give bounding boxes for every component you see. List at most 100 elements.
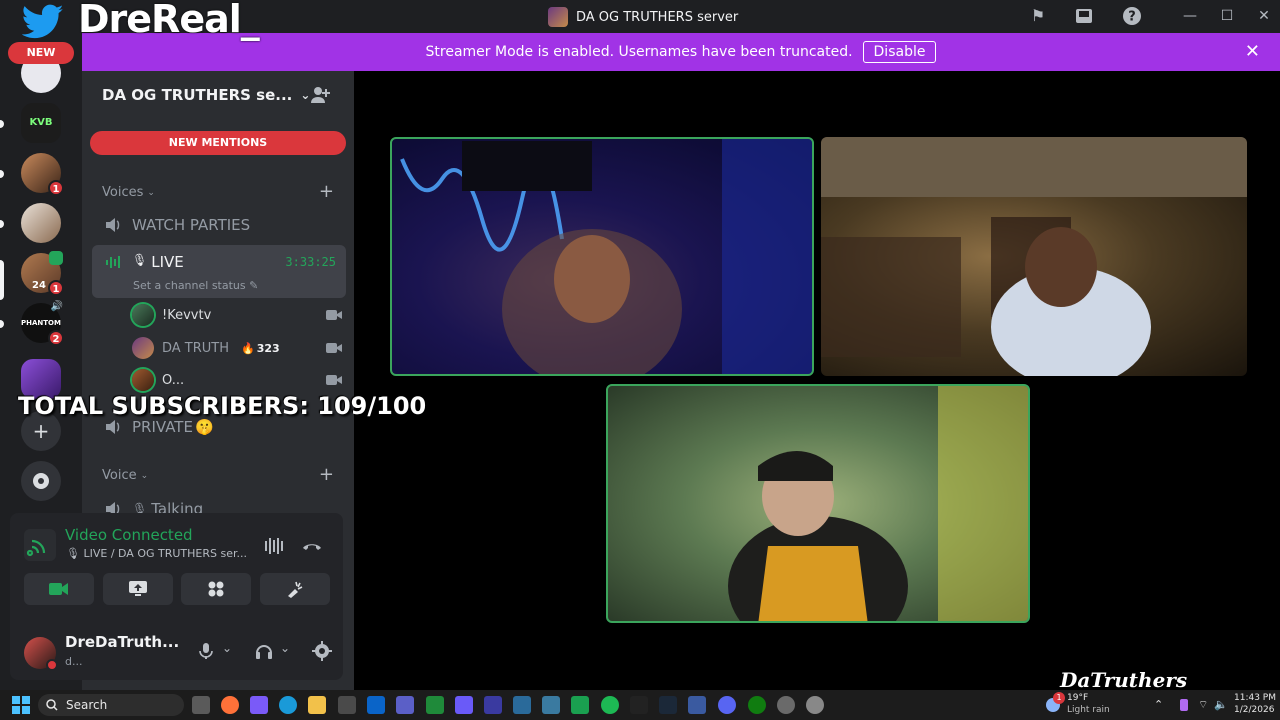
signal-icon[interactable] bbox=[24, 529, 56, 561]
task-view-icon[interactable] bbox=[192, 696, 210, 714]
microphone-icon: 🎙 bbox=[66, 547, 80, 560]
server-icon[interactable]: 24 1 bbox=[21, 251, 64, 296]
spotify-icon[interactable] bbox=[601, 696, 619, 714]
weather-temp[interactable]: 19°F bbox=[1067, 693, 1088, 703]
category-voices[interactable]: Voices ⌄ bbox=[102, 185, 155, 200]
activities-button[interactable] bbox=[181, 573, 251, 605]
search-icon bbox=[46, 699, 58, 711]
channel-label: PRIVATE bbox=[132, 418, 193, 436]
add-channel-button[interactable]: + bbox=[319, 181, 334, 202]
mention-badge: 2 bbox=[48, 330, 64, 346]
app-icon[interactable] bbox=[484, 696, 502, 714]
user-name[interactable]: DreDaTruth... bbox=[65, 633, 179, 651]
wifi-icon[interactable]: ⌔ bbox=[1198, 698, 1208, 712]
flag-icon[interactable]: ⚑ bbox=[1028, 6, 1048, 26]
screen-share-button[interactable] bbox=[103, 573, 173, 605]
speaker-icon bbox=[106, 218, 120, 232]
channel-status-text: Set a channel status bbox=[133, 279, 246, 292]
taskbar-search[interactable]: Search bbox=[38, 694, 184, 716]
chevron-down-icon[interactable]: ⌄ bbox=[280, 641, 300, 661]
voice-user[interactable]: !Kevvtv bbox=[132, 301, 342, 329]
microphone-icon[interactable] bbox=[196, 641, 216, 661]
svg-text:?: ? bbox=[1128, 10, 1136, 25]
disconnect-icon[interactable] bbox=[301, 535, 323, 557]
category-voice[interactable]: Voice ⌄ bbox=[102, 468, 148, 483]
weather-desc[interactable]: Light rain bbox=[1067, 705, 1110, 715]
speaker-icon bbox=[106, 420, 120, 434]
activity-icon bbox=[49, 251, 63, 265]
maximize-button[interactable]: ☐ bbox=[1217, 6, 1237, 26]
disable-button[interactable]: Disable bbox=[862, 41, 937, 63]
minimize-button[interactable]: — bbox=[1180, 6, 1200, 26]
firefox-icon[interactable] bbox=[221, 696, 239, 714]
fire-icon: 🔥 bbox=[241, 341, 255, 355]
settings-icon[interactable] bbox=[777, 696, 795, 714]
epic-games-icon[interactable] bbox=[630, 696, 648, 714]
app-icon[interactable] bbox=[571, 696, 589, 714]
inbox-icon[interactable] bbox=[1074, 6, 1094, 26]
camera-button[interactable] bbox=[24, 573, 94, 605]
compass-icon bbox=[33, 473, 49, 489]
channel-watch-parties[interactable]: WATCH PARTIES bbox=[92, 213, 346, 237]
app-icon[interactable] bbox=[426, 696, 444, 714]
voice-user[interactable]: DA TRUTH 🔥 323 bbox=[132, 334, 342, 362]
voice-status[interactable]: Video Connected bbox=[65, 526, 193, 544]
speaker-icon: 🔊 bbox=[50, 301, 63, 312]
unread-pip bbox=[0, 120, 4, 128]
teams-icon[interactable] bbox=[396, 696, 414, 714]
gear-icon[interactable] bbox=[312, 641, 332, 661]
store-icon[interactable] bbox=[338, 696, 356, 714]
outlook-icon[interactable] bbox=[367, 696, 385, 714]
video-camera-icon bbox=[326, 343, 342, 353]
chevron-down-icon[interactable]: ⌄ bbox=[222, 641, 242, 661]
chevron-down-icon: ⌄ bbox=[140, 470, 149, 481]
discover-button[interactable] bbox=[21, 461, 61, 501]
invite-icon[interactable] bbox=[310, 85, 330, 105]
edge-icon[interactable] bbox=[279, 696, 297, 714]
voice-activity-icon bbox=[106, 256, 120, 268]
voice-channel-path[interactable]: 🎙 LIVE / DA OG TRUTHERS ser... bbox=[66, 547, 247, 560]
app-tray-icon[interactable] bbox=[1180, 699, 1188, 711]
video-stage bbox=[354, 71, 1280, 690]
video-camera-icon bbox=[326, 310, 342, 320]
server-icon[interactable] bbox=[21, 203, 61, 243]
video-tile[interactable] bbox=[821, 137, 1247, 376]
new-mentions-button[interactable]: NEW MENTIONS bbox=[90, 131, 346, 155]
close-icon[interactable]: ✕ bbox=[1245, 41, 1260, 62]
discord-icon[interactable] bbox=[718, 696, 736, 714]
close-window-button[interactable]: ✕ bbox=[1254, 6, 1274, 26]
server-icon[interactable]: 1 bbox=[21, 153, 64, 196]
video-tile[interactable] bbox=[606, 384, 1030, 623]
add-channel-button[interactable]: + bbox=[319, 464, 334, 485]
channel-live[interactable]: 🎙 LIVE 3:33:25 Set a channel status ✎ bbox=[92, 245, 346, 298]
steam-icon[interactable] bbox=[659, 696, 677, 714]
app-icon[interactable] bbox=[806, 696, 824, 714]
voice-user[interactable]: O... bbox=[132, 366, 342, 394]
chevron-up-icon[interactable]: ⌃ bbox=[1154, 698, 1163, 711]
channel-label: LIVE bbox=[151, 253, 184, 271]
video-tile[interactable] bbox=[390, 137, 814, 376]
app-icon[interactable] bbox=[513, 696, 531, 714]
app-icon[interactable] bbox=[455, 696, 473, 714]
new-pill[interactable]: NEW bbox=[8, 42, 74, 64]
server-name: DA OG TRUTHERS se... bbox=[102, 86, 293, 104]
xbox-icon[interactable] bbox=[748, 696, 766, 714]
help-icon[interactable]: ? bbox=[1122, 6, 1142, 26]
copilot-icon[interactable] bbox=[250, 696, 268, 714]
windows-start-icon[interactable] bbox=[12, 696, 30, 714]
server-icon-kvb[interactable]: KVB bbox=[21, 103, 61, 143]
weather-badge: 1 bbox=[1053, 692, 1065, 704]
chevron-down-icon: ⌄ bbox=[300, 88, 311, 102]
clock-date[interactable]: 1/2/2026 bbox=[1234, 705, 1274, 715]
app-icon[interactable] bbox=[688, 696, 706, 714]
app-icon[interactable] bbox=[542, 696, 560, 714]
volume-icon[interactable]: 🔈 bbox=[1214, 698, 1228, 711]
noise-suppression-icon[interactable] bbox=[263, 535, 285, 557]
server-icon-phantom[interactable]: PHANTOM 2 🔊 bbox=[21, 301, 64, 346]
headphones-icon[interactable] bbox=[254, 641, 274, 661]
clock-time[interactable]: 11:43 PM bbox=[1234, 693, 1276, 703]
call-timer: 3:33:25 bbox=[285, 255, 336, 269]
soundboard-button[interactable] bbox=[260, 573, 330, 605]
file-explorer-icon[interactable] bbox=[308, 696, 326, 714]
channel-status[interactable]: Set a channel status ✎ bbox=[133, 279, 258, 292]
